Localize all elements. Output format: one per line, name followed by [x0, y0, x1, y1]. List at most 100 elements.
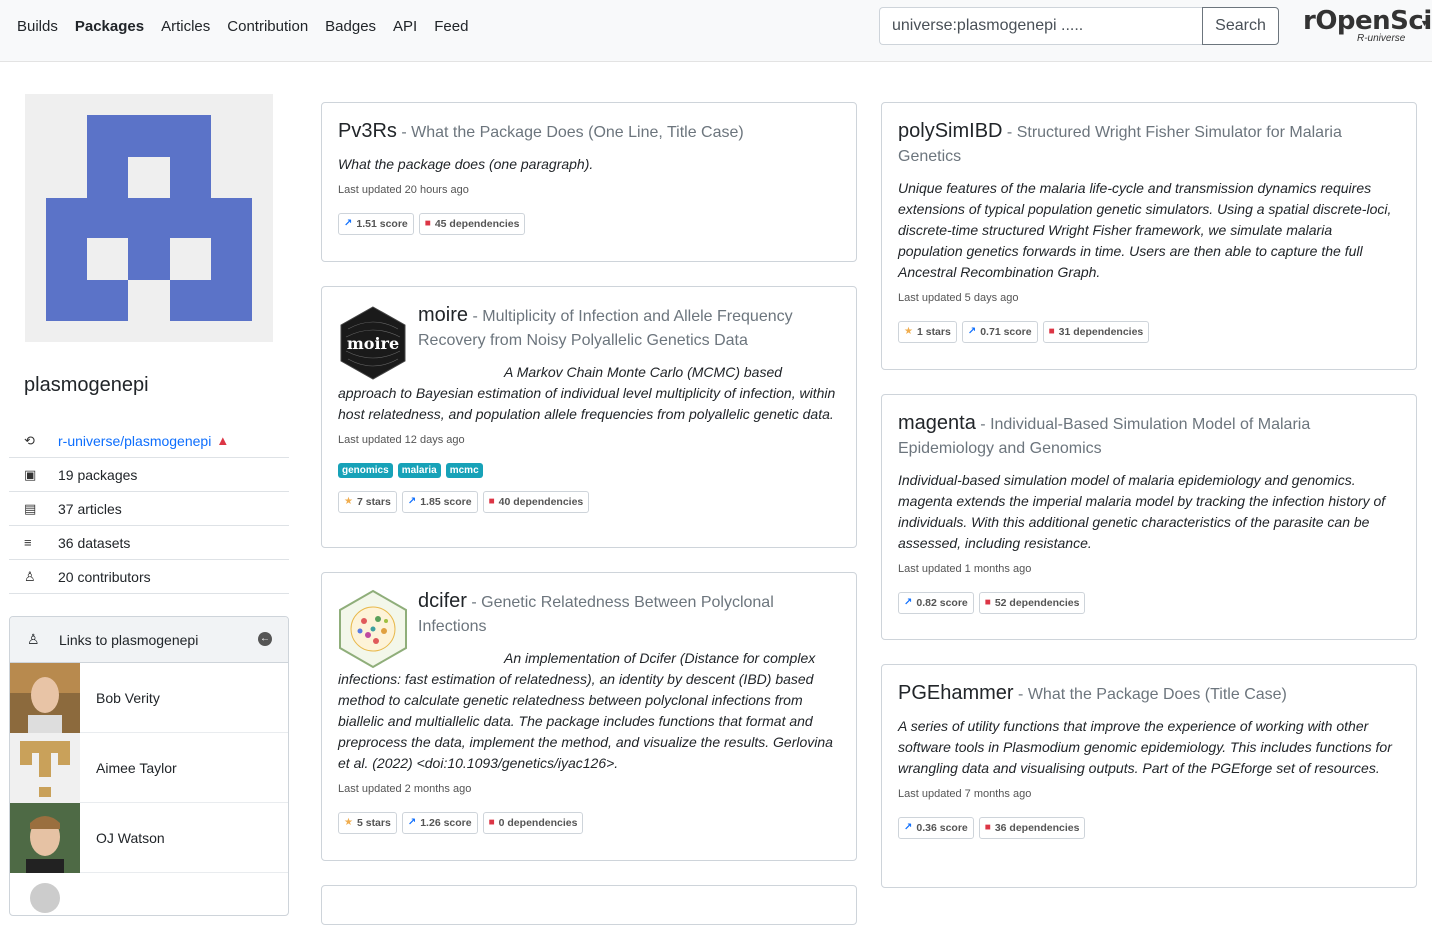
topic-tag[interactable]: malaria — [397, 463, 441, 478]
avatar — [10, 732, 80, 803]
contributor-name: Aimee Taylor — [96, 759, 177, 776]
cube-icon: ■ — [984, 822, 991, 833]
package-name[interactable]: PGEhammer — [898, 682, 1014, 704]
score-badge[interactable]: ↗ 0.82 score — [898, 592, 974, 614]
avatar — [10, 662, 80, 733]
package-description: Individual-based simulation model of mal… — [898, 472, 1386, 551]
contributors-row[interactable]: ♙ 20 contributors — [9, 560, 289, 594]
score-badge[interactable]: ↗ 1.26 score — [401, 812, 478, 834]
package-name[interactable]: dcifer — [418, 590, 467, 612]
dependencies-badge[interactable]: ■ 45 dependencies — [418, 213, 526, 235]
nav-builds[interactable]: Builds — [17, 18, 58, 35]
nav-articles[interactable]: Articles — [161, 18, 210, 35]
package-title: Multiplicity of Infection and Allele Fre… — [418, 308, 793, 349]
document-icon: ▤ — [24, 500, 37, 516]
score-badge[interactable]: ↗ 1.51 score — [338, 213, 414, 235]
search-input[interactable]: universe:plasmogenepi ..... — [879, 7, 1203, 45]
chart-icon: ↗ — [904, 822, 913, 833]
badge-text: 1.51 score — [356, 218, 408, 230]
packages-row[interactable]: ▣ 19 packages — [9, 458, 289, 492]
last-updated: Last updated 2 months ago — [338, 783, 472, 795]
score-badge[interactable]: ↗ 0.36 score — [898, 817, 974, 839]
org-identicon — [25, 94, 273, 342]
badge-text: 40 dependencies — [498, 496, 584, 508]
nav-links: Builds Packages Articles Contribution Ba… — [17, 18, 485, 35]
dependencies-badge[interactable]: ■ 31 dependencies — [1042, 321, 1150, 343]
package-heading: PGEhammer - What the Package Does (Title… — [898, 682, 1287, 704]
dependencies-badge[interactable]: ■ 52 dependencies — [978, 592, 1086, 614]
dependencies-badge[interactable]: ■ 36 dependencies — [978, 817, 1086, 839]
nav-contribution[interactable]: Contribution — [227, 18, 308, 35]
package-name[interactable]: moire — [418, 304, 468, 326]
datasets-row[interactable]: ≡ 36 datasets — [9, 526, 289, 560]
last-updated: Last updated 7 months ago — [898, 788, 1032, 800]
cube-icon: ■ — [984, 597, 991, 608]
badges: ↗ 1.51 score ■ 45 dependencies — [338, 213, 840, 235]
package-name[interactable]: magenta — [898, 412, 976, 434]
topics: genomics malaria mcmc — [338, 463, 840, 478]
stars-badge[interactable]: ★ 1 stars — [898, 321, 957, 343]
package-card-partial[interactable] — [321, 885, 857, 925]
package-card-polysimibd[interactable]: polySimIBD - Structured Wright Fisher Si… — [881, 102, 1417, 370]
package-heading: dcifer - Genetic Relatedness Between Pol… — [418, 590, 774, 635]
star-icon: ★ — [344, 817, 353, 828]
badge-text: 52 dependencies — [994, 597, 1080, 609]
package-title: What the Package Does (One Line, Title C… — [411, 124, 744, 141]
score-badge[interactable]: ↗ 0.71 score — [961, 321, 1038, 343]
package-card-dcifer[interactable]: dcifer - Genetic Relatedness Between Pol… — [321, 572, 857, 861]
links-card: ♙ Links to plasmogenepi ← Bob Verity Aim… — [9, 616, 289, 916]
packages-count: 19 packages — [58, 466, 138, 483]
package-heading: magenta - Individual-Based Simulation Mo… — [898, 412, 1311, 457]
package-card-magenta[interactable]: magenta - Individual-Based Simulation Mo… — [881, 394, 1417, 640]
badge-text: 0.82 score — [916, 597, 968, 609]
avatar — [10, 802, 80, 873]
package-name[interactable]: polySimIBD — [898, 120, 1002, 142]
nav-badges[interactable]: Badges — [325, 18, 376, 35]
score-badge[interactable]: ↗ 1.85 score — [401, 491, 478, 513]
ropensci-logo[interactable]: rOpenSci R-universe ▼ — [1303, 6, 1432, 46]
last-updated: Last updated 20 hours ago — [338, 184, 469, 196]
chart-icon: ↗ — [407, 496, 417, 507]
badge-text: 0 dependencies — [498, 817, 578, 829]
badges: ★ 1 stars ↗ 0.71 score ■ 31 dependencies — [898, 321, 1400, 343]
chevron-down-icon[interactable]: ▼ — [1420, 18, 1429, 28]
package-name[interactable]: Pv3Rs — [338, 120, 397, 142]
warning-icon[interactable]: ▲ — [216, 433, 229, 448]
chart-icon: ↗ — [967, 326, 977, 337]
articles-row[interactable]: ▤ 37 articles — [9, 492, 289, 526]
stars-badge[interactable]: ★ 5 stars — [338, 812, 397, 834]
badge-text: 1.26 score — [420, 817, 472, 829]
last-updated: Last updated 5 days ago — [898, 292, 1019, 304]
database-icon: ≡ — [24, 535, 32, 550]
package-card-pv3rs[interactable]: Pv3Rs - What the Package Does (One Line,… — [321, 102, 857, 262]
badge-text: 5 stars — [356, 817, 391, 829]
repo-link[interactable]: r-universe/plasmogenepi — [58, 433, 211, 449]
topic-tag[interactable]: mcmc — [445, 463, 483, 478]
topic-tag[interactable]: genomics — [338, 463, 393, 478]
contributor-item[interactable]: OJ Watson — [10, 802, 288, 873]
user-icon: ♙ — [27, 631, 40, 647]
nav-api[interactable]: API — [393, 18, 417, 35]
package-description: A Markov Chain Monte Carlo (MCMC) based … — [338, 364, 836, 422]
nav-feed[interactable]: Feed — [434, 18, 468, 35]
badge-text: 36 dependencies — [994, 822, 1080, 834]
last-updated: Last updated 1 months ago — [898, 563, 1032, 575]
search-button[interactable]: Search — [1202, 7, 1279, 45]
package-description: What the package does (one paragraph). — [338, 156, 594, 172]
stars-badge[interactable]: ★ 7 stars — [338, 491, 397, 513]
dependencies-badge[interactable]: ■ 40 dependencies — [482, 491, 590, 513]
package-card-pgehammer[interactable]: PGEhammer - What the Package Does (Title… — [881, 664, 1417, 888]
cube-icon: ■ — [1048, 326, 1055, 337]
moire-logo: moire — [340, 306, 406, 380]
datasets-count: 36 datasets — [58, 534, 131, 551]
package-card-moire[interactable]: moire moire - Multiplicity of Infection … — [321, 286, 857, 548]
arrow-left-icon[interactable]: ← — [258, 632, 272, 646]
nav-packages[interactable]: Packages — [75, 18, 144, 35]
moire-logo-text: moire — [347, 334, 399, 353]
articles-count: 37 articles — [58, 500, 122, 517]
dcifer-logo — [339, 589, 407, 669]
box-icon: ▣ — [24, 466, 37, 482]
contributor-item[interactable]: Bob Verity — [10, 662, 288, 733]
dependencies-badge[interactable]: ■ 0 dependencies — [482, 812, 584, 834]
contributor-item[interactable]: Aimee Taylor — [10, 732, 288, 803]
